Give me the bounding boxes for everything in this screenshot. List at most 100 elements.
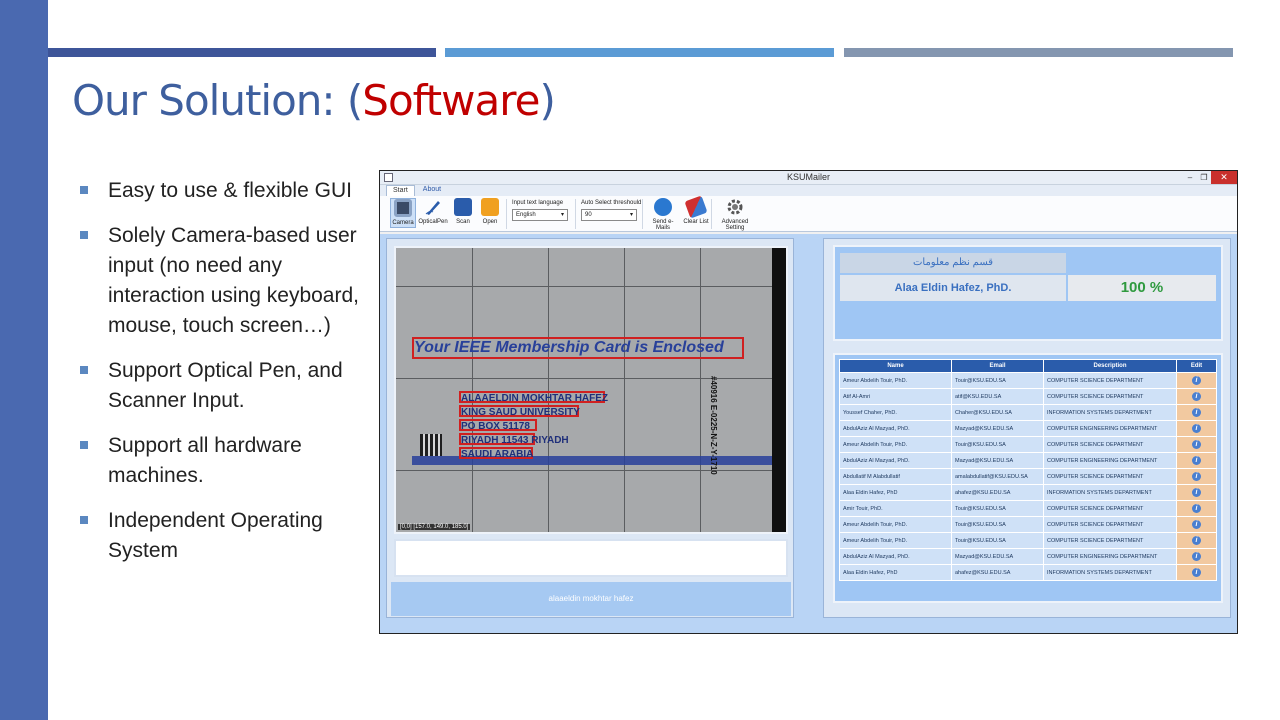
cell-edit: i (1176, 372, 1217, 389)
table-row[interactable]: Ameur Abdelih Touir, PhD. Touir@KSU.EDU.S… (839, 372, 1217, 389)
tab-start[interactable]: Start (386, 185, 415, 196)
cell-description: INFORMATION SYSTEMS DEPARTMENT (1043, 484, 1177, 501)
folder-icon (481, 198, 499, 216)
cell-email: ahafez@KSU.EDU.SA (951, 484, 1044, 501)
table-row[interactable]: Ameur Abdelih Touir, PhD. Touir@KSU.EDU.S… (839, 532, 1217, 549)
send-emails-button[interactable]: Send e-Mails (646, 198, 680, 231)
info-icon[interactable]: i (1192, 472, 1201, 481)
cell-email: Mazyad@KSU.EDU.SA (951, 420, 1044, 437)
info-icon[interactable]: i (1192, 552, 1201, 561)
table-row[interactable]: Ameur Abdelih Touir, PhD. Touir@KSU.EDU.S… (839, 436, 1217, 453)
info-icon[interactable]: i (1192, 376, 1201, 385)
table-row[interactable]: Amir Touir, PhD. Touir@KSU.EDU.SA COMPUTER… (839, 500, 1217, 517)
slide-top-line-2 (445, 48, 834, 57)
camera-preview[interactable]: Your IEEE Membership Card is Enclosed AL… (394, 246, 788, 534)
info-icon[interactable]: i (1192, 536, 1201, 545)
bullet-text: Easy to use & flexible GUI (108, 179, 352, 202)
table-row[interactable]: Alaa Eldin Hafez, PhD ahafez@KSU.EDU.SA IN… (839, 484, 1217, 501)
cell-email: Touir@KSU.EDU.SA (951, 516, 1044, 533)
cell-edit: i (1176, 500, 1217, 517)
cell-name: Ameur Abdelih Touir, PhD. (839, 516, 952, 533)
title-suffix: ) (539, 76, 555, 125)
bullet-text: Support Optical Pen, and Scanner Input. (108, 359, 343, 412)
scan-button[interactable]: Scan (452, 198, 474, 225)
qr-code-icon (420, 434, 442, 456)
ieee-text: Your IEEE Membership Card is Enclosed (414, 339, 724, 356)
cell-name: Atif Al-Amri (839, 388, 952, 405)
open-button[interactable]: Open (478, 198, 502, 225)
separator (506, 199, 507, 229)
info-icon[interactable]: i (1192, 568, 1201, 577)
column-header-description[interactable]: Description (1043, 359, 1177, 373)
cell-description: COMPUTER SCIENCE DEPARTMENT (1043, 532, 1177, 549)
grid-line (548, 248, 549, 532)
info-icon[interactable]: i (1192, 488, 1201, 497)
column-header-email[interactable]: Email (951, 359, 1044, 373)
cell-description: COMPUTER ENGINEERING DEPARTMENT (1043, 420, 1177, 437)
table-row[interactable]: Ameur Abdelih Touir, PhD. Touir@KSU.EDU.S… (839, 516, 1217, 533)
eraser-icon (684, 195, 708, 219)
info-icon[interactable]: i (1192, 456, 1201, 465)
app-window: KSUMailer – ❐ ✕ Start About Camera Optic… (379, 170, 1238, 634)
info-icon[interactable]: i (1192, 520, 1201, 529)
table-row[interactable]: AbdulAziz Al Mazyad, PhD. Mazyad@KSU.EDU.… (839, 548, 1217, 565)
cell-name: Alaa Eldin Hafez, PhD (839, 484, 952, 501)
recognized-text-box[interactable] (394, 539, 788, 577)
match-result: قسم نظم معلومات Alaa Eldin Hafez, PhD. 1… (833, 245, 1223, 341)
maximize-button[interactable]: ❐ (1197, 171, 1211, 184)
bullet-text: Independent Operating System (108, 509, 323, 562)
table-row[interactable]: Youssef Chaher, PhD. Chaher@KSU.EDU.SA INF… (839, 404, 1217, 421)
table-row[interactable]: AbdulAziz Al Mazyad, PhD. Mazyad@KSU.EDU.… (839, 420, 1217, 437)
column-header-edit[interactable]: Edit (1176, 359, 1217, 373)
threshold-label: Auto Select threshould (581, 200, 642, 206)
cell-description: COMPUTER SCIENCE DEPARTMENT (1043, 516, 1177, 533)
info-icon[interactable]: i (1192, 440, 1201, 449)
cell-description: COMPUTER SCIENCE DEPARTMENT (1043, 500, 1177, 517)
address-line: ALAAELDIN MOKHTAR HAFEZ (461, 393, 609, 404)
cell-description: INFORMATION SYSTEMS DEPARTMENT (1043, 564, 1177, 581)
bullet-item: Solely Camera-based user input (no need … (78, 221, 368, 341)
table-row[interactable]: Alaa Eldin Hafez, PhD ahafez@KSU.EDU.SA IN… (839, 564, 1217, 581)
match-percentage: 100 % (1068, 275, 1216, 301)
title-accent: Software (362, 76, 540, 125)
tab-about[interactable]: About (417, 185, 447, 196)
title-prefix: Our Solution: ( (72, 76, 363, 125)
contacts-table: Name Email Description Edit Ameur Abdeli… (839, 359, 1217, 581)
threshold-select[interactable]: 90 ▾ (581, 209, 637, 221)
chevron-down-icon: ▾ (560, 212, 564, 218)
separator (642, 199, 643, 229)
cell-email: Mazyad@KSU.EDU.SA (951, 452, 1044, 469)
table-row[interactable]: Abdullatif M Alabdullatif amalabdullatif@… (839, 468, 1217, 485)
clear-list-button[interactable]: Clear List (682, 195, 710, 225)
slide-top-line-3 (844, 48, 1233, 57)
table-row[interactable]: Atif Al-Amri atif@KSU.EDU.SA COMPUTER SCIE… (839, 388, 1217, 405)
cell-name: Ameur Abdelih Touir, PhD. (839, 436, 952, 453)
vertical-code-text: #40916 E-0225-N-Z-Y-1710 (709, 376, 718, 475)
cell-description: COMPUTER SCIENCE DEPARTMENT (1043, 436, 1177, 453)
send-emails-label: Send e-Mails (652, 219, 674, 231)
address-line: PO BOX 51178 (461, 421, 530, 432)
info-icon[interactable]: i (1192, 408, 1201, 417)
cell-edit: i (1176, 420, 1217, 437)
column-header-name[interactable]: Name (839, 359, 952, 373)
camera-label: Camera (392, 220, 414, 226)
grid-line (472, 248, 473, 532)
info-icon[interactable]: i (1192, 424, 1201, 433)
info-icon[interactable]: i (1192, 504, 1201, 513)
cell-description: COMPUTER SCIENCE DEPARTMENT (1043, 372, 1177, 389)
cell-edit: i (1176, 468, 1217, 485)
envelope-image (396, 248, 776, 532)
language-label: Input text language (512, 200, 564, 206)
open-label: Open (482, 219, 498, 225)
minimize-button[interactable]: – (1183, 171, 1197, 184)
info-icon[interactable]: i (1192, 392, 1201, 401)
coordinate-readout: [0,0] [157.0, 149.0, 185.0] (398, 524, 471, 530)
cell-email: Touir@KSU.EDU.SA (951, 532, 1044, 549)
cell-edit: i (1176, 452, 1217, 469)
close-button[interactable]: ✕ (1211, 171, 1237, 184)
table-row[interactable]: AbdulAziz Al Mazyad, PhD. Mazyad@KSU.EDU.… (839, 452, 1217, 469)
advanced-setting-button[interactable]: Advanced Setting (713, 198, 757, 231)
language-select[interactable]: English ▾ (512, 209, 568, 221)
camera-button[interactable]: Camera (390, 198, 416, 228)
optical-pen-button[interactable]: OpticalPen (418, 198, 448, 225)
